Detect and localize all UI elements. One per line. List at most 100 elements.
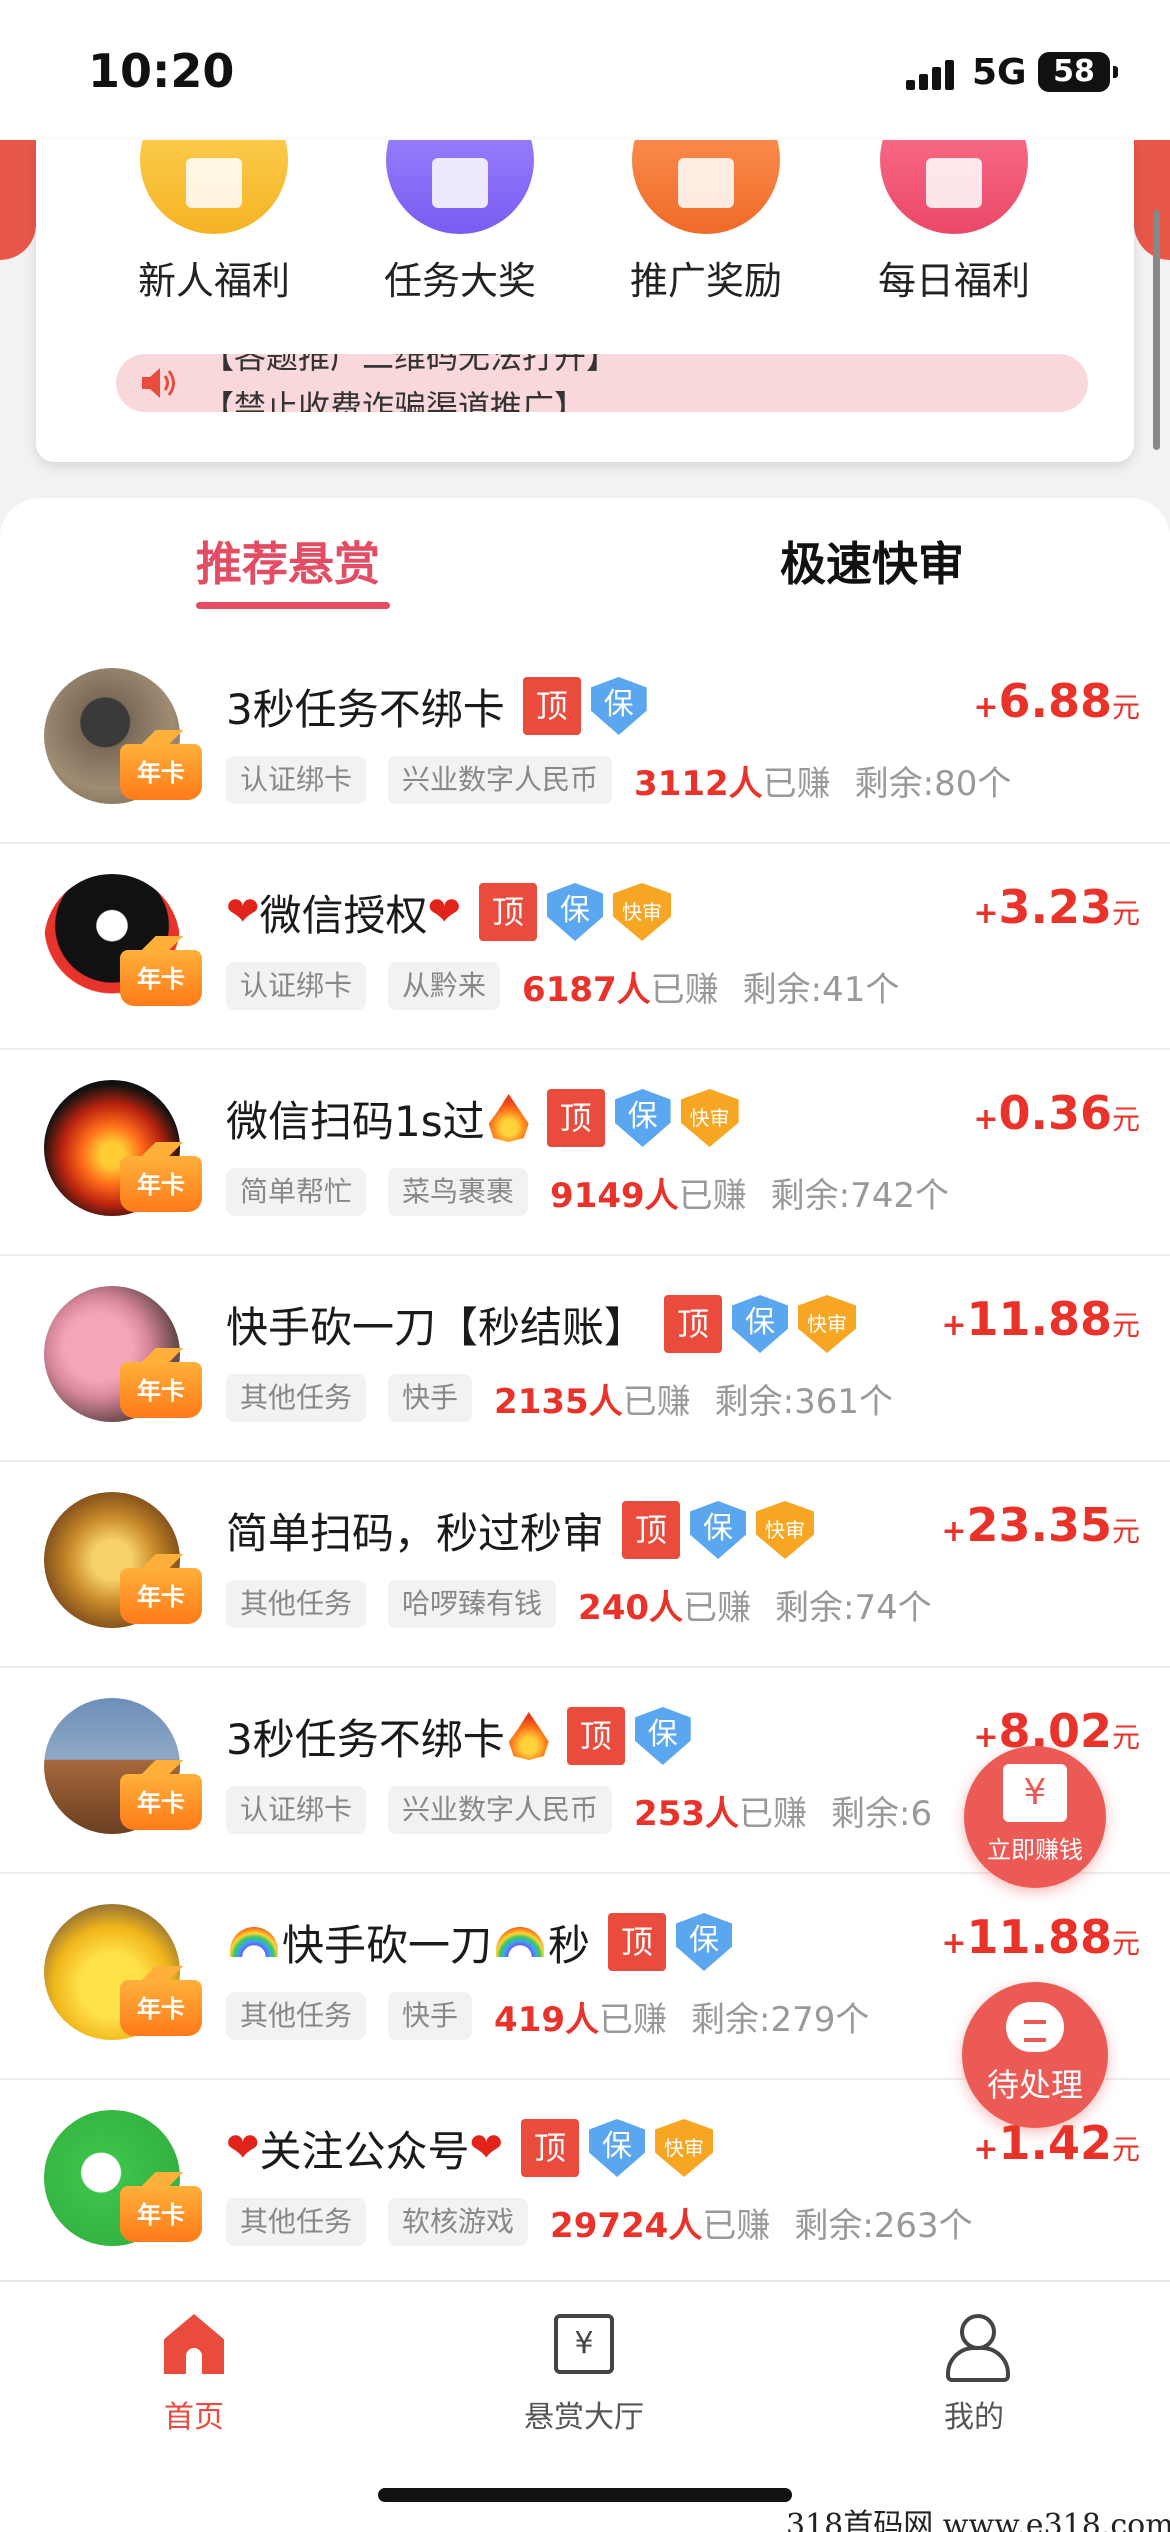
guarantee-badge-icon: 保: [547, 883, 603, 941]
speaker-icon: [142, 368, 175, 398]
category-chip: 认证绑卡: [226, 756, 367, 804]
notice-text-2: 【禁止收费诈骗渠道推广】: [202, 388, 587, 412]
annual-card-badge: 年卡: [120, 730, 202, 800]
task-title: 简单扫码，秒过秒审: [226, 1508, 605, 1558]
nav-reward-hall[interactable]: ¥ 悬赏大厅: [464, 2302, 704, 2436]
status-time: 10:20: [88, 44, 235, 98]
top-tag: 顶: [546, 1089, 605, 1147]
task-reward: +6.88元: [973, 674, 1140, 728]
guarantee-badge-icon: 保: [732, 1295, 788, 1353]
header-banner-right: [1134, 140, 1170, 260]
platform-chip: 兴业数字人民币: [388, 756, 613, 804]
remaining-count: 剩余:41个: [742, 969, 900, 1010]
tab-recommended[interactable]: 推荐悬赏: [196, 528, 380, 594]
task-title: 3秒任务不绑卡: [226, 684, 505, 734]
annual-card-badge: 年卡: [120, 936, 202, 1006]
task-row[interactable]: 年卡 3秒任务不绑卡 顶 保 +6.88元 认证绑卡 兴业数字人民币 3112人…: [0, 638, 1170, 844]
nav-home-label: 首页: [164, 2400, 224, 2435]
task-row[interactable]: 年卡 快手砍一刀【秒结账】 顶 保 快审 +11.88元 其他任务 快手 213…: [0, 1256, 1170, 1462]
remaining-count: 剩余:279个: [691, 1999, 870, 2040]
nav-home[interactable]: 首页: [74, 2302, 314, 2436]
user-icon: [944, 2314, 1010, 2382]
earned-count: 6187人: [522, 969, 651, 1010]
earned-count: 419人: [494, 1999, 600, 2040]
top-tag: 顶: [608, 1913, 667, 1971]
fast-review-badge-icon: 快审: [756, 1501, 814, 1559]
heart-icon: ❤: [469, 2125, 504, 2171]
remaining-count: 剩余:263个: [794, 2205, 973, 2246]
guarantee-badge-icon: 保: [589, 2119, 645, 2177]
earned-label: 已赚: [650, 969, 719, 1010]
nav-hall-label: 悬赏大厅: [524, 2400, 644, 2435]
task-reward: +11.88元: [941, 1910, 1140, 1964]
top-tag: 顶: [622, 1501, 681, 1559]
network-type: 5G: [972, 52, 1027, 93]
top-tag: 顶: [664, 1295, 723, 1353]
money-icon: ¥: [1003, 1764, 1067, 1822]
earn-now-button[interactable]: ¥ 立即赚钱: [964, 1746, 1106, 1888]
platform-chip: 软核游戏: [388, 2198, 529, 2246]
quick-action-label: 每日福利: [877, 259, 1030, 303]
scrollbar[interactable]: [1153, 210, 1160, 450]
category-chip: 其他任务: [226, 1992, 367, 2040]
platform-chip: 快手: [388, 1374, 473, 1422]
fast-review-badge-icon: 快审: [613, 883, 671, 941]
platform-chip: 哈啰臻有钱: [388, 1580, 557, 1628]
annual-card-badge: 年卡: [120, 1348, 202, 1418]
remaining-count: 剩余:361个: [714, 1381, 894, 1422]
pending-button[interactable]: 待处理: [962, 1982, 1108, 2128]
task-title: 3秒任务不绑卡: [226, 1714, 505, 1764]
task-row[interactable]: 年卡 简单扫码，秒过秒审 顶 保 快审 +23.35元 其他任务 哈啰臻有钱 2…: [0, 1462, 1170, 1668]
quick-action-promotion[interactable]: 推广奖励: [606, 140, 806, 305]
nav-me[interactable]: 我的: [854, 2302, 1094, 2436]
rainbow-icon: [496, 1927, 545, 1957]
home-indicator[interactable]: [378, 2488, 792, 2502]
earned-label: 已赚: [702, 2205, 771, 2246]
top-tag: 顶: [479, 883, 538, 941]
fast-review-badge-icon: 快审: [655, 2119, 713, 2177]
quick-action-label: 任务大奖: [383, 259, 536, 303]
earned-count: 2135人: [494, 1381, 623, 1422]
quick-action-newbie[interactable]: 新人福利: [114, 140, 314, 305]
category-chip: 其他任务: [226, 1580, 367, 1628]
remaining-count: 剩余:742个: [770, 1175, 950, 1216]
reward-hall-icon: ¥: [554, 2314, 614, 2374]
task-title: 快手砍一刀: [282, 1920, 493, 1970]
guarantee-badge-icon: 保: [591, 677, 647, 735]
nav-me-label: 我的: [944, 2400, 1004, 2435]
fast-review-badge-icon: 快审: [798, 1295, 856, 1353]
watermark: 318首码网 www.e318.com: [786, 2508, 1170, 2532]
task-reward: +23.35元: [941, 1498, 1140, 1552]
quick-action-label: 推广奖励: [629, 259, 782, 303]
status-bar: 10:20 5G 58: [0, 0, 1170, 140]
earned-count: 9149人: [550, 1175, 679, 1216]
guarantee-badge-icon: 保: [676, 1913, 732, 1971]
earn-now-label: 立即赚钱: [987, 1836, 1083, 1864]
earned-label: 已赚: [739, 1793, 808, 1834]
task-row[interactable]: 年卡 ❤ 微信授权 ❤ 顶 保 快审 +3.23元 认证绑卡 从黔来 6187人…: [0, 844, 1170, 1050]
notice-text-1: 【各题推广二维码无法打开】: [202, 354, 619, 376]
quick-action-daily[interactable]: 每日福利: [854, 140, 1054, 305]
quick-action-label: 新人福利: [137, 259, 290, 303]
tab-fast-review[interactable]: 极速快审: [780, 528, 964, 594]
heart-icon: ❤: [427, 889, 462, 935]
task-title-suffix: 秒: [548, 1920, 591, 1970]
annual-card-badge: 年卡: [120, 2172, 202, 2242]
platform-chip: 兴业数字人民币: [388, 1786, 613, 1834]
task-title: 微信授权: [259, 890, 428, 940]
quick-actions-card: 新人福利 任务大奖 推广奖励 每日福利 【各题推广二维码无法打开】 【禁止收费诈…: [36, 140, 1134, 462]
heart-icon: ❤: [226, 889, 260, 935]
task-row[interactable]: 年卡 微信扫码1s过 顶 保 快审 +0.36元 简单帮忙 菜鸟裹裹 9149人…: [0, 1050, 1170, 1256]
quick-action-task-prize[interactable]: 任务大奖: [360, 140, 560, 305]
notice-bar[interactable]: 【各题推广二维码无法打开】 【禁止收费诈骗渠道推广】: [116, 354, 1088, 412]
guarantee-badge-icon: 保: [615, 1089, 671, 1147]
rainbow-icon: [230, 1927, 278, 1957]
earned-count: 240人: [578, 1587, 684, 1628]
annual-card-badge: 年卡: [120, 1966, 202, 2036]
earned-count: 29724人: [550, 2205, 703, 2246]
remaining-count: 剩余:6: [831, 1793, 933, 1834]
home-icon: [164, 2314, 224, 2374]
top-tag: 顶: [566, 1707, 625, 1765]
tab-underline: [196, 602, 390, 609]
earned-label: 已赚: [762, 763, 831, 804]
